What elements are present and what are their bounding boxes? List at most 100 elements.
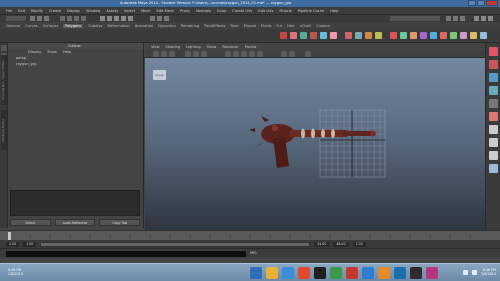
shelf-tab-animation[interactable]: Animation <box>135 24 153 28</box>
hud-icon[interactable] <box>305 51 311 57</box>
viewport-menu-view[interactable]: View <box>151 45 160 49</box>
shelf-tab-custom[interactable]: Custom <box>316 24 330 28</box>
range-start-field[interactable]: 1.00 <box>23 241 37 247</box>
bookmark-icon[interactable] <box>169 51 175 57</box>
viewport-menu-renderer[interactable]: Renderer <box>222 45 238 49</box>
folder-icon[interactable] <box>266 267 278 279</box>
shelf-tab-hair[interactable]: Hair <box>287 24 294 28</box>
viewport-menu-panels[interactable]: Panels <box>245 45 257 49</box>
app-icon-red[interactable] <box>346 267 358 279</box>
copy-tab-button[interactable]: Copy Tab <box>99 219 141 226</box>
mel-label[interactable]: MEL <box>250 251 257 255</box>
menu-window[interactable]: Window <box>86 9 100 13</box>
outliner-menu-help[interactable]: Help <box>63 50 71 54</box>
media-player-icon[interactable] <box>282 267 294 279</box>
camera-attributes-icon[interactable] <box>161 51 167 57</box>
layout-outliner-icon[interactable] <box>488 164 498 173</box>
perspective-viewport[interactable] <box>145 58 485 230</box>
shelf-tab-surfaces[interactable]: Surfaces <box>43 24 59 28</box>
insert-edge-loop-icon[interactable] <box>440 32 447 39</box>
side-tab-channel-box[interactable]: Channel Box / Layer Editor <box>1 55 7 105</box>
viewport-menu-shading[interactable]: Shading <box>166 45 181 49</box>
menu-create[interactable]: Create <box>49 9 61 13</box>
wireframe-icon[interactable] <box>225 51 231 57</box>
minimize-button[interactable] <box>468 0 476 6</box>
shelf-tab-subdivs[interactable]: Subdivs <box>88 24 102 28</box>
bridge-icon[interactable] <box>400 32 407 39</box>
isolate-icon[interactable] <box>289 51 295 57</box>
menu-edit[interactable]: Edit <box>18 9 25 13</box>
shelf-tab-dynamics[interactable]: Dynamics <box>158 24 176 28</box>
tray-clock[interactable]: 8:46 PM 2/8/2014 <box>481 268 496 276</box>
attribute-editor-icon[interactable] <box>488 112 498 121</box>
menu-assets[interactable]: Assets <box>106 9 118 13</box>
shelf-tab-fluids[interactable]: Fluids <box>261 24 272 28</box>
layout-single-icon[interactable] <box>488 125 498 134</box>
maximize-button[interactable] <box>477 0 485 6</box>
shelf-tab-toon[interactable]: Toon <box>230 24 238 28</box>
shelf-tab-rendering[interactable]: Rendering <box>181 24 199 28</box>
poly-plane-icon[interactable] <box>320 32 327 39</box>
bevel-icon[interactable] <box>410 32 417 39</box>
poly-cube-icon[interactable] <box>290 32 297 39</box>
select-tool-icon[interactable] <box>1 45 7 51</box>
menu-create-uvs[interactable]: Create UVs <box>232 9 252 13</box>
smooth-shade-icon[interactable] <box>233 51 239 57</box>
shelf-tab-curves[interactable]: Curves <box>25 24 37 28</box>
side-tab-attribute-editor[interactable]: Attribute Editor <box>1 110 7 150</box>
ipr-render-icon[interactable] <box>488 73 498 82</box>
grid-toggle-icon[interactable] <box>185 51 191 57</box>
uv-editor-icon[interactable] <box>450 32 457 39</box>
app-icon-blue-2[interactable] <box>394 267 406 279</box>
time-slider[interactable] <box>0 230 500 241</box>
menu-edit-mesh[interactable]: Edit Mesh <box>157 9 175 13</box>
outliner-menu-show[interactable]: Show <box>47 50 57 54</box>
menu-display[interactable]: Display <box>67 9 80 13</box>
layout-two-icon[interactable] <box>488 151 498 160</box>
menu-mesh[interactable]: Mesh <box>141 9 150 13</box>
app-icon-blue[interactable] <box>362 267 374 279</box>
maya-icon[interactable] <box>314 267 326 279</box>
view-cube[interactable]: persp <box>153 70 166 80</box>
separate-icon[interactable] <box>355 32 362 39</box>
raygun-model[interactable] <box>249 116 376 168</box>
script-output-field[interactable] <box>10 190 140 216</box>
load-attributes-button[interactable]: Load Attributes <box>54 219 96 226</box>
xray-icon[interactable] <box>281 51 287 57</box>
menu-normals[interactable]: Normals <box>196 9 211 13</box>
app-icon-dark[interactable] <box>410 267 422 279</box>
hypershade-icon[interactable] <box>488 99 498 108</box>
render-icon[interactable] <box>488 60 498 69</box>
planar-map-icon[interactable] <box>460 32 467 39</box>
file-explorer-icon[interactable] <box>250 267 262 279</box>
camera-icon[interactable] <box>153 51 159 57</box>
app-icon-orange[interactable] <box>378 267 390 279</box>
menu-color[interactable]: Color <box>217 9 226 13</box>
poly-cylinder-icon[interactable] <box>300 32 307 39</box>
shadows-icon[interactable] <box>257 51 263 57</box>
combine-icon[interactable] <box>345 32 352 39</box>
range-slider-bar[interactable] <box>40 241 311 247</box>
menu-file[interactable]: File <box>6 9 12 13</box>
menu-pipeline-cache[interactable]: Pipeline Cache <box>298 9 324 13</box>
menu-edit-uvs[interactable]: Edit UVs <box>258 9 273 13</box>
volume-icon[interactable] <box>472 269 478 275</box>
split-icon[interactable] <box>430 32 437 39</box>
menu-modify[interactable]: Modify <box>31 9 43 13</box>
menu-select[interactable]: Select <box>124 9 135 13</box>
merge-icon[interactable] <box>420 32 427 39</box>
start-time-field[interactable]: 1.00 <box>6 241 20 247</box>
outliner-menu-display[interactable]: Display <box>28 50 41 54</box>
shelf-tab-deformation[interactable]: Deformation <box>107 24 129 28</box>
cylindrical-map-icon[interactable] <box>480 32 487 39</box>
poly-cone-icon[interactable] <box>310 32 317 39</box>
lights-icon[interactable] <box>249 51 255 57</box>
app-icon-magenta[interactable] <box>426 267 438 279</box>
app-icon-green[interactable] <box>330 267 342 279</box>
menu-muscle[interactable]: Muscle <box>279 9 291 13</box>
close-button[interactable] <box>486 0 498 6</box>
automatic-map-icon[interactable] <box>470 32 477 39</box>
shelf-tab-muscle[interactable]: Muscle <box>244 24 256 28</box>
poly-sphere-icon[interactable] <box>280 32 287 39</box>
shelf-tab-general[interactable]: General <box>6 24 20 28</box>
